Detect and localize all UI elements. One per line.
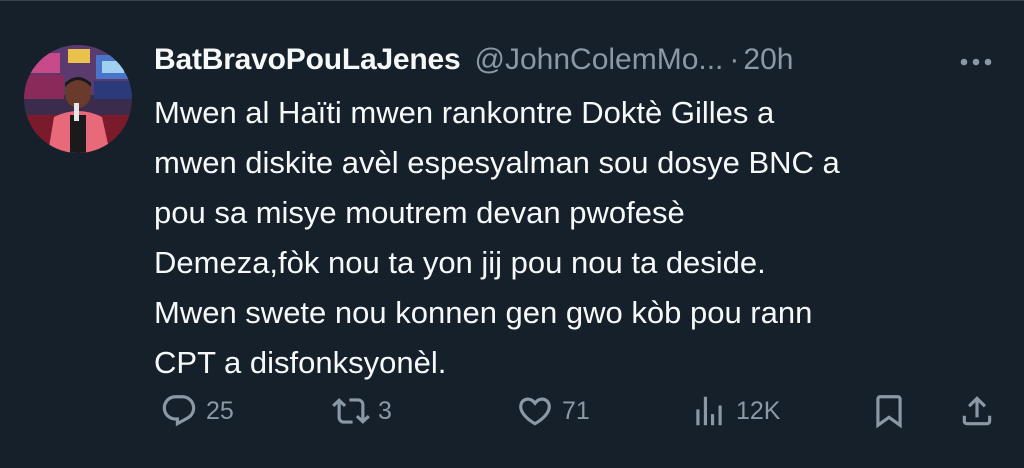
more-options-button[interactable] [954,44,998,80]
retweet-count: 3 [378,396,392,425]
views-button[interactable]: 12K [690,388,780,434]
more-horizontal-icon [960,58,992,66]
avatar[interactable] [24,45,132,153]
heart-icon [519,397,551,426]
bookmark-icon [876,395,902,429]
retweet-button[interactable]: 3 [332,388,392,434]
action-bar: 25 3 71 12K [0,388,1024,434]
tweet[interactable]: BatBravoPouLaJenes @JohnColemMo... · 20h… [0,0,1024,468]
tweet-text: Mwen al Haïti mwen rankontre Doktè Gille… [154,88,994,388]
share-button[interactable] [958,388,996,434]
avatar-image [24,45,132,153]
tweet-text-line: Mwen swete nou konnen gen gwo kòb pou ra… [154,295,813,330]
tweet-text-line: Demeza,fòk nou ta yon jij pou nou ta des… [154,245,766,280]
tweet-text-line: CPT a disfonksyonèl. [154,345,447,380]
tweet-header: BatBravoPouLaJenes @JohnColemMo... · 20h [154,40,793,80]
reply-count: 25 [206,396,234,425]
tweet-text-line: mwen diskite avèl espesyalman sou dosye … [154,145,840,180]
divider [0,0,1024,1]
views-count: 12K [736,396,781,425]
display-name[interactable]: BatBravoPouLaJenes [154,43,461,77]
tweet-text-line: pou sa misye moutrem devan pwofesè [154,195,685,230]
separator-dot: · [729,43,740,76]
retweet-icon [332,398,370,424]
reply-button[interactable]: 25 [160,388,234,434]
tweet-text-line: Mwen al Haïti mwen rankontre Doktè Gille… [154,95,775,130]
timestamp[interactable]: 20h [743,43,793,77]
share-icon [962,396,992,426]
views-icon [696,396,722,426]
user-handle[interactable]: @JohnColemMo... [475,43,724,77]
bookmark-button[interactable] [870,388,908,434]
reply-icon [162,395,196,427]
like-button[interactable]: 71 [516,388,590,434]
like-count: 71 [562,396,590,425]
